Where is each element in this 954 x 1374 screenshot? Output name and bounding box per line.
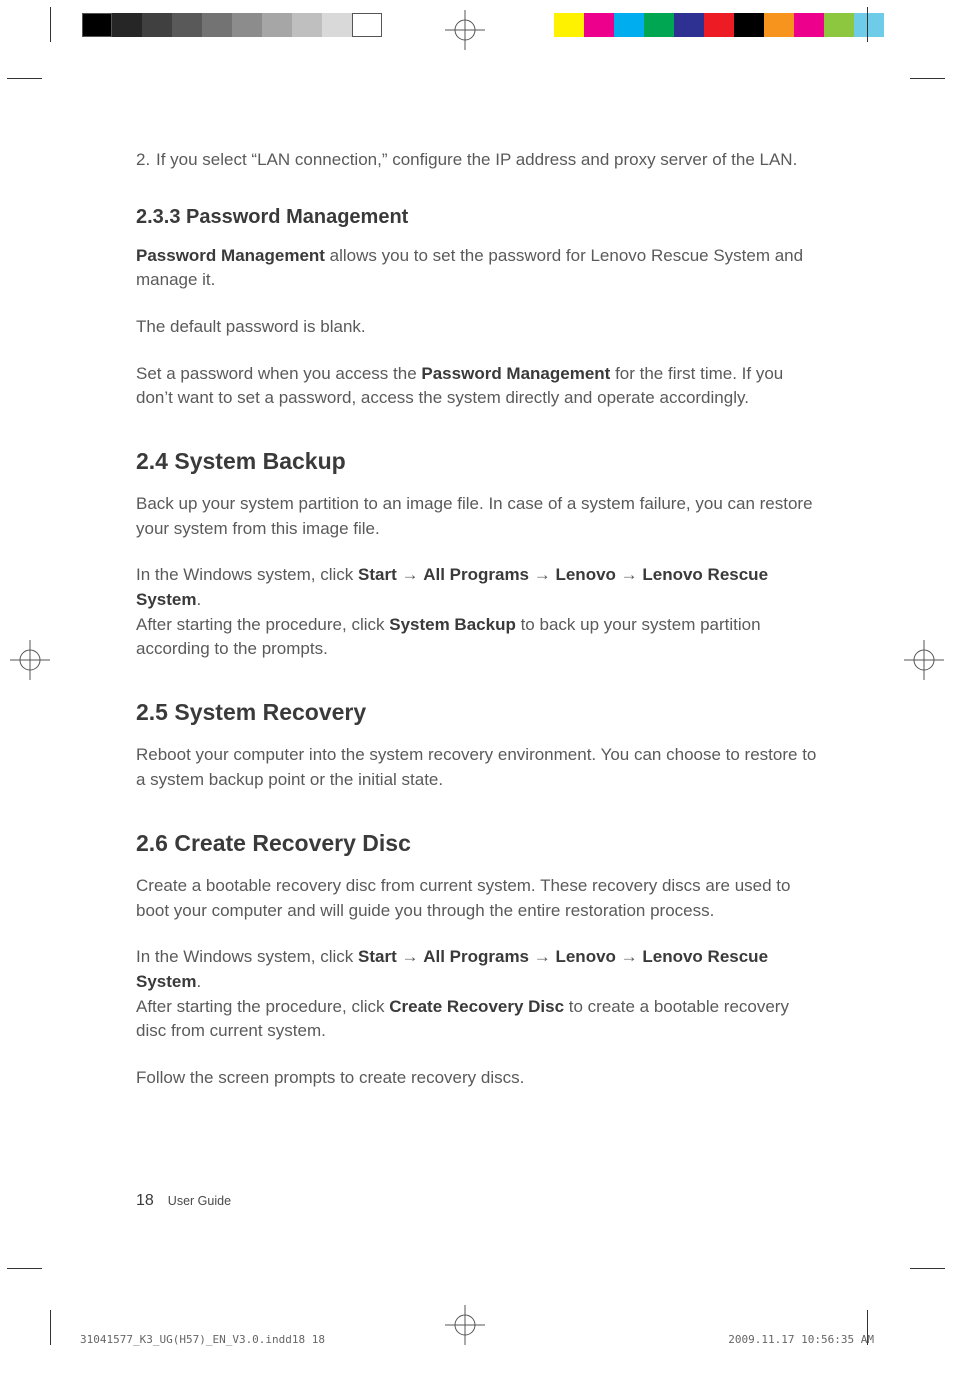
step-number: 2. xyxy=(136,148,156,173)
slug-timestamp: 2009.11.17 10:56:35 AM xyxy=(728,1333,874,1346)
page-footer: 18 User Guide xyxy=(136,1192,231,1210)
heading-26: 2.6 Create Recovery Disc xyxy=(136,827,819,860)
registration-mark-icon xyxy=(445,10,485,50)
body-text: After starting the procedure, click xyxy=(136,615,389,634)
crop-mark-icon xyxy=(50,1310,51,1345)
bold-text: Password Management xyxy=(421,364,610,383)
bold-text: System Backup xyxy=(389,615,516,634)
body-text: Set a password when you access the Passw… xyxy=(136,362,819,411)
arrow-text: → xyxy=(616,565,642,584)
body-text: Follow the screen prompts to create reco… xyxy=(136,1066,819,1091)
crop-mark-icon xyxy=(7,1268,42,1269)
bold-text: Password Management xyxy=(136,246,325,265)
grayscale-calibration-bar xyxy=(82,13,382,37)
registration-mark-icon xyxy=(10,640,50,680)
body-text: After starting the procedure, click Syst… xyxy=(136,613,819,662)
body-text: Create a bootable recovery disc from cur… xyxy=(136,874,819,923)
arrow-text: → xyxy=(397,947,423,966)
heading-24: 2.4 System Backup xyxy=(136,445,819,478)
body-text: Set a password when you access the xyxy=(136,364,421,383)
bold-text: All Programs xyxy=(423,947,529,966)
crop-mark-icon xyxy=(50,7,51,42)
crop-mark-icon xyxy=(910,78,945,79)
crop-mark-icon xyxy=(910,1268,945,1269)
arrow-text: → xyxy=(529,565,555,584)
body-text: After starting the procedure, click Crea… xyxy=(136,995,819,1044)
body-text: In the Windows system, click Start → All… xyxy=(136,563,819,612)
heading-25: 2.5 System Recovery xyxy=(136,696,819,729)
bold-text: Lenovo xyxy=(555,947,615,966)
bold-text: Start xyxy=(358,947,397,966)
body-text: In the Windows system, click Start → All… xyxy=(136,945,819,994)
page-number: 18 xyxy=(136,1192,154,1210)
color-calibration-bar xyxy=(554,13,884,37)
bold-text: Lenovo xyxy=(555,565,615,584)
body-text: . xyxy=(196,590,201,609)
slug-filename: 31041577_K3_UG(H57)_EN_V3.0.indd18 18 xyxy=(80,1333,325,1346)
heading-233: 2.3.3 Password Management xyxy=(136,203,819,232)
body-text: Reboot your computer into the system rec… xyxy=(136,743,819,792)
arrow-text: → xyxy=(529,947,555,966)
body-text: After starting the procedure, click xyxy=(136,997,389,1016)
bold-text: Start xyxy=(358,565,397,584)
body-text: Password Management allows you to set th… xyxy=(136,244,819,293)
numbered-step: 2. If you select “LAN connection,” confi… xyxy=(136,148,819,173)
crop-mark-icon xyxy=(7,78,42,79)
registration-mark-icon xyxy=(904,640,944,680)
body-text: Back up your system partition to an imag… xyxy=(136,492,819,541)
arrow-text: → xyxy=(397,565,423,584)
arrow-text: → xyxy=(616,947,642,966)
body-text: . xyxy=(196,972,201,991)
footer-label: User Guide xyxy=(168,1194,231,1208)
body-text: In the Windows system, click xyxy=(136,947,358,966)
bold-text: Create Recovery Disc xyxy=(389,997,564,1016)
body-text: The default password is blank. xyxy=(136,315,819,340)
bold-text: All Programs xyxy=(423,565,529,584)
crop-mark-icon xyxy=(867,7,868,42)
step-text: If you select “LAN connection,” configur… xyxy=(156,148,819,173)
slug-line: 31041577_K3_UG(H57)_EN_V3.0.indd18 18 20… xyxy=(80,1333,874,1346)
page-content: 2. If you select “LAN connection,” confi… xyxy=(136,148,819,1112)
body-text: In the Windows system, click xyxy=(136,565,358,584)
